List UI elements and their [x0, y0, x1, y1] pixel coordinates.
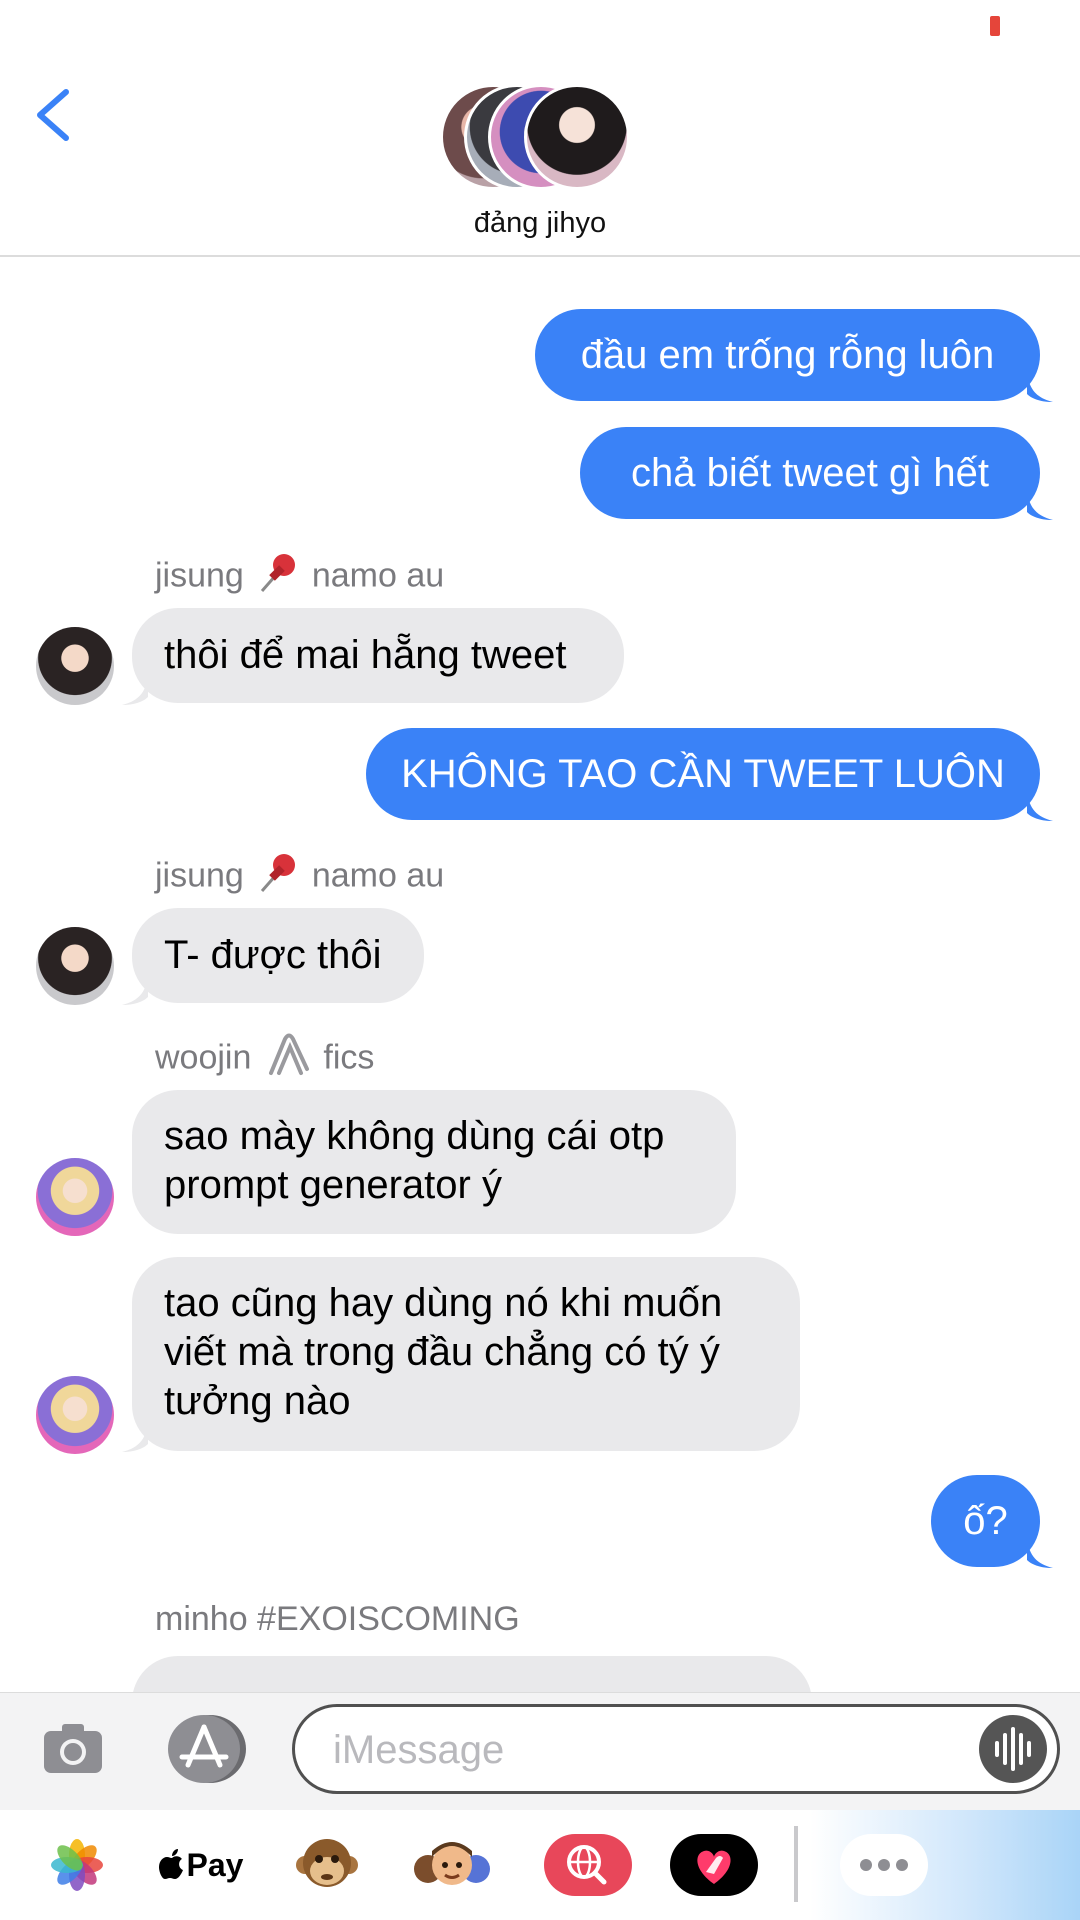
sender-avatar[interactable] — [36, 627, 114, 705]
more-apps-button[interactable] — [840, 1830, 928, 1900]
pushpin-icon — [256, 851, 300, 904]
outgoing-message[interactable]: chả biết tweet gì hết — [580, 427, 1040, 519]
bubble-tail — [1027, 1538, 1053, 1568]
waveform-icon — [995, 1727, 1031, 1771]
monkey-icon — [296, 1839, 358, 1887]
bubble-tail — [1027, 791, 1053, 821]
paperclip-icon — [263, 1033, 311, 1086]
message-text: tao cũng hay dùng nó khi muốn viết mà tr… — [164, 1281, 723, 1423]
chevron-left-icon — [37, 89, 69, 141]
message-text: T- được thôi — [164, 933, 382, 977]
message-input[interactable] — [331, 1721, 935, 1779]
bubble-tail — [122, 1422, 148, 1452]
message-text: chả biết tweet gì hết — [630, 450, 989, 495]
search-images-app-button[interactable] — [544, 1830, 632, 1900]
message-text: ố? — [963, 1498, 1008, 1543]
sender-label: woojin fics — [155, 1033, 374, 1086]
app-store-button[interactable] — [166, 1713, 248, 1785]
group-avatar-stack[interactable] — [440, 84, 640, 194]
digital-touch-heart-icon — [670, 1834, 758, 1896]
app-store-icon — [168, 1715, 246, 1783]
group-name[interactable]: đảng jihyo — [340, 207, 740, 240]
audio-message-button[interactable] — [979, 1715, 1047, 1783]
apple-logo-icon — [158, 1849, 183, 1879]
bubble-tail — [1027, 372, 1053, 402]
outgoing-message[interactable]: ố? — [931, 1475, 1040, 1567]
app-drawer-divider — [794, 1826, 798, 1902]
sender-label: jisung namo au — [155, 551, 444, 604]
sender-label: jisung namo au — [155, 851, 444, 904]
incoming-message[interactable]: thôi để mai hẵng tweet — [132, 608, 624, 703]
pushpin-icon — [256, 551, 300, 604]
message-input-field[interactable] — [292, 1704, 1060, 1794]
status-indicator — [990, 16, 1000, 36]
camera-icon — [44, 1724, 102, 1773]
digital-touch-app-button[interactable] — [670, 1830, 758, 1900]
memoji-icon — [414, 1842, 490, 1885]
apple-pay-label: Pay — [186, 1846, 244, 1883]
back-button[interactable] — [28, 80, 88, 150]
sender-avatar[interactable] — [36, 1158, 114, 1236]
bubble-tail — [1027, 490, 1053, 520]
group-avatar — [524, 84, 630, 190]
message-text: đầu em trống rỗng luôn — [580, 332, 995, 377]
message-text: KHÔNG TAO CẦN TWEET LUÔN — [401, 751, 1005, 796]
message-text: sao mày không dùng cái otp prompt genera… — [164, 1114, 665, 1207]
incoming-message[interactable]: T- được thôi — [132, 908, 424, 1003]
animoji-app-button[interactable] — [294, 1830, 360, 1900]
photos-icon — [51, 1839, 103, 1891]
apple-pay-button[interactable]: Pay — [158, 1830, 244, 1900]
more-ellipsis-icon — [840, 1834, 928, 1896]
incoming-message[interactable]: sao mày không dùng cái otp prompt genera… — [132, 1090, 736, 1234]
camera-button[interactable] — [40, 1715, 106, 1781]
sender-avatar[interactable] — [36, 1376, 114, 1454]
message-text: thôi để mai hẵng tweet — [164, 633, 567, 677]
photos-app-button[interactable] — [44, 1830, 110, 1900]
sender-label: minho #EXOISCOMING — [155, 1600, 520, 1638]
sender-avatar[interactable] — [36, 927, 114, 1005]
incoming-message[interactable]: tao cũng hay dùng nó khi muốn viết mà tr… — [132, 1257, 800, 1451]
outgoing-message[interactable]: KHÔNG TAO CẦN TWEET LUÔN — [366, 728, 1040, 820]
globe-search-icon — [544, 1834, 632, 1896]
memoji-app-button[interactable] — [410, 1830, 494, 1900]
outgoing-message[interactable]: đầu em trống rỗng luôn — [535, 309, 1040, 401]
